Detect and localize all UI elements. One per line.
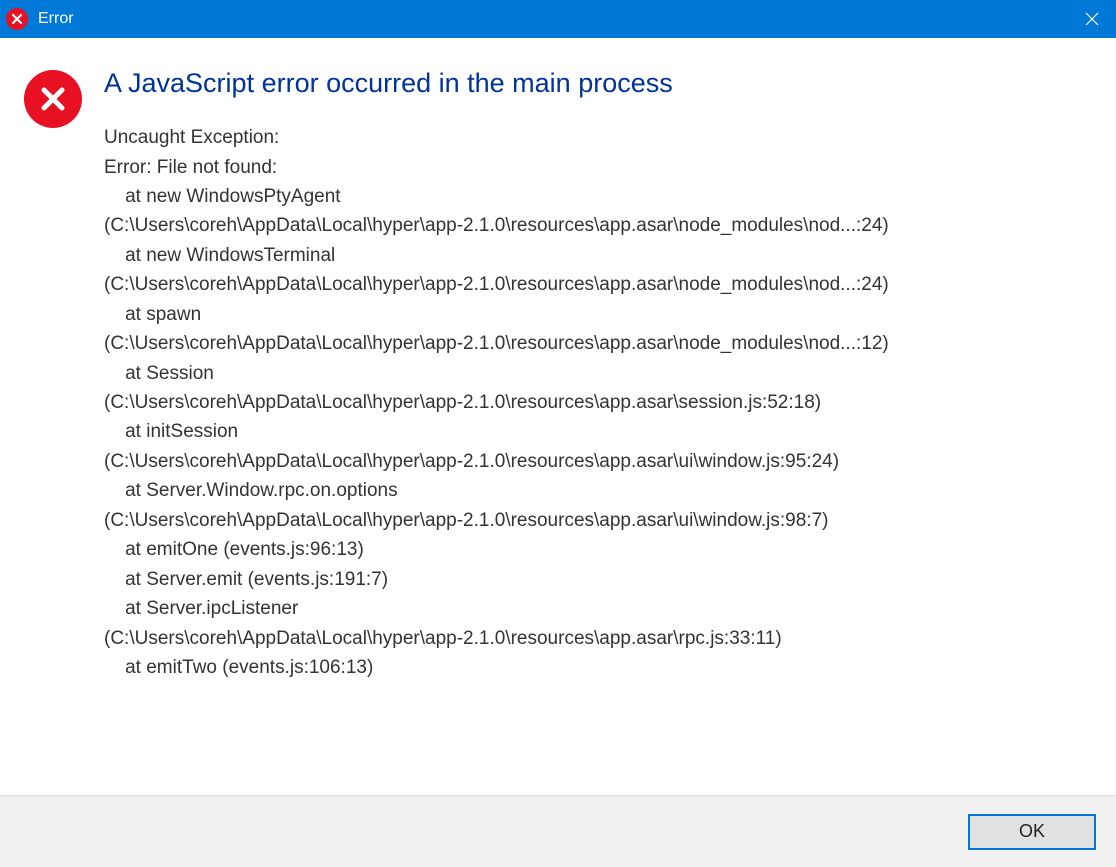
close-button[interactable] xyxy=(1068,0,1116,38)
close-icon xyxy=(1085,12,1099,26)
main-instruction: A JavaScript error occurred in the main … xyxy=(104,66,1092,101)
titlebar: Error xyxy=(0,0,1116,38)
error-body-text: Uncaught Exception: Error: File not foun… xyxy=(104,123,1092,682)
message-area: A JavaScript error occurred in the main … xyxy=(104,66,1092,775)
dialog-content: A JavaScript error occurred in the main … xyxy=(0,38,1116,795)
error-icon xyxy=(6,8,28,30)
error-icon xyxy=(24,70,82,128)
ok-button[interactable]: OK xyxy=(968,814,1096,850)
dialog-footer: OK xyxy=(0,795,1116,867)
window-title: Error xyxy=(38,10,74,28)
